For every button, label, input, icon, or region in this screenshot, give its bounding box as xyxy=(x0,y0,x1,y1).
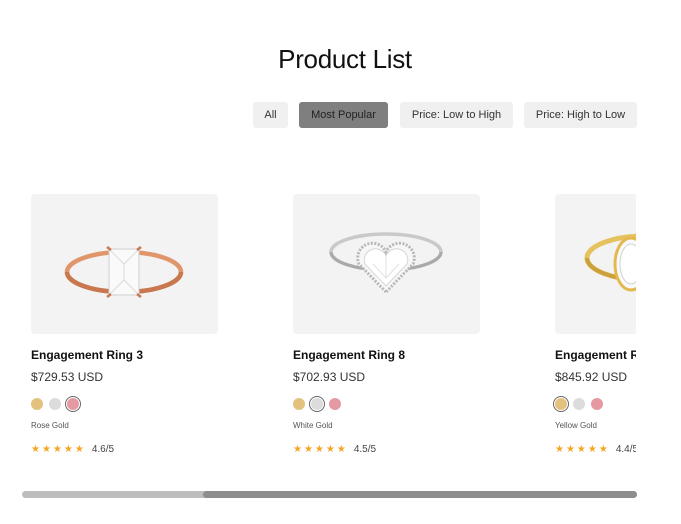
swatch-rose-gold[interactable] xyxy=(65,396,81,412)
product-image[interactable] xyxy=(293,194,480,334)
swatch-yellow-gold[interactable] xyxy=(553,396,569,412)
product-rating: ★★★★★ 4.5/5 xyxy=(293,444,376,455)
product-image[interactable] xyxy=(31,194,218,334)
swatch-white-gold[interactable] xyxy=(309,396,325,412)
filter-price-high-to-low[interactable]: Price: High to Low xyxy=(524,102,637,128)
swatch-rose-gold[interactable] xyxy=(591,398,603,410)
product-name[interactable]: Engagement Ring 5 xyxy=(555,348,636,362)
product-carousel: Engagement Ring 3 $729.53 USD Rose Gold … xyxy=(0,194,636,474)
metal-label: Rose Gold xyxy=(31,421,69,430)
swatch-rose-gold[interactable] xyxy=(329,398,341,410)
rating-score: 4.4/5 xyxy=(615,444,636,455)
filter-all[interactable]: All xyxy=(253,102,288,128)
product-price: $702.93 USD xyxy=(293,370,366,384)
product-name[interactable]: Engagement Ring 8 xyxy=(293,348,405,362)
metal-label: Yellow Gold xyxy=(555,421,597,430)
swatch-white-gold[interactable] xyxy=(573,398,585,410)
product-rating: ★★★★★ 4.6/5 xyxy=(31,444,114,455)
swatch-yellow-gold[interactable] xyxy=(293,398,305,410)
product-name[interactable]: Engagement Ring 3 xyxy=(31,348,143,362)
filter-price-low-to-high[interactable]: Price: Low to High xyxy=(400,102,513,128)
horizontal-scrollbar-thumb[interactable] xyxy=(203,491,637,498)
rating-score: 4.5/5 xyxy=(353,444,377,455)
product-price: $729.53 USD xyxy=(31,370,104,384)
metal-label: White Gold xyxy=(293,421,333,430)
product-image[interactable] xyxy=(555,194,636,334)
rating-score: 4.6/5 xyxy=(91,444,115,455)
star-rating-icon: ★★★★★ xyxy=(293,444,348,455)
star-rating-icon: ★★★★★ xyxy=(31,444,86,455)
swatch-yellow-gold[interactable] xyxy=(31,398,43,410)
filter-most-popular[interactable]: Most Popular xyxy=(299,102,388,128)
product-rating: ★★★★★ 4.4/5 xyxy=(555,444,636,455)
swatch-white-gold[interactable] xyxy=(49,398,61,410)
product-price: $845.92 USD xyxy=(555,370,628,384)
star-rating-icon: ★★★★★ xyxy=(555,444,610,455)
page-title: Product List xyxy=(278,44,412,74)
